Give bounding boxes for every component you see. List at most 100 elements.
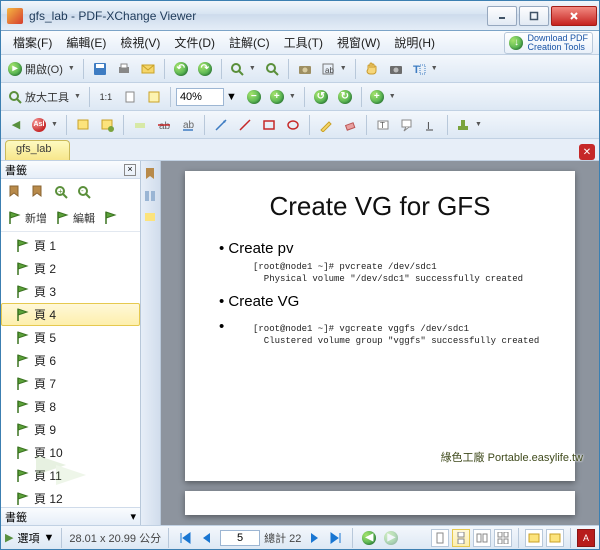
document-viewport[interactable]: Create VG for GFS • Create pv [root@node… [161, 161, 599, 525]
zoom-in-button[interactable]: +▼ [267, 86, 299, 108]
layout-facing-button[interactable] [473, 529, 491, 547]
close-button[interactable] [551, 6, 597, 26]
strikeout-button[interactable]: ab [153, 114, 175, 136]
underline-button[interactable]: ab [177, 114, 199, 136]
bookmark-item[interactable]: 頁 10 [1, 441, 140, 464]
bookmark-item[interactable]: 頁 9 [1, 418, 140, 441]
find-button[interactable]: ▼ [227, 58, 259, 80]
bookmark-zoomin-button[interactable]: + [51, 182, 71, 202]
pencil-annot-button[interactable] [315, 114, 337, 136]
minus-icon: − [247, 90, 261, 104]
zoom-input[interactable] [176, 88, 224, 106]
zoom-out-button[interactable]: − [243, 86, 265, 108]
adobe-button[interactable]: A [577, 529, 595, 547]
menu-comment[interactable]: 註解(C) [223, 32, 276, 53]
bookmark-item[interactable]: 頁 1 [1, 234, 140, 257]
bookmark-item[interactable]: 頁 5 [1, 326, 140, 349]
next-page-button[interactable] [305, 529, 323, 547]
bookmark-item[interactable]: 頁 12 [1, 487, 140, 507]
document-tabstrip: gfs_lab ✕ [1, 139, 599, 161]
asl-button[interactable]: Asl▼ [29, 114, 61, 136]
actual-size-button[interactable]: 1:1 [95, 86, 117, 108]
highlight-button[interactable] [129, 114, 151, 136]
bookmark-expand-button[interactable] [5, 182, 25, 202]
back-icon: ◀ [362, 531, 376, 545]
bookmark-item[interactable]: 頁 7 [1, 372, 140, 395]
last-page-button[interactable] [327, 529, 345, 547]
prev-page-button[interactable] [198, 529, 216, 547]
bookmark-item[interactable]: 頁 8 [1, 395, 140, 418]
undo-button[interactable]: ↶ [170, 58, 192, 80]
bookmark-flag-icon [16, 400, 30, 414]
menu-edit[interactable]: 編輯(E) [60, 32, 112, 53]
rotate-ccw-button[interactable]: ↺ [310, 86, 332, 108]
select-tool-button[interactable]: T▼ [409, 58, 441, 80]
bookmark-collapse-button[interactable] [28, 182, 48, 202]
eraser-annot-button[interactable] [339, 114, 361, 136]
bookmarks-close-button[interactable]: × [124, 164, 136, 176]
add-button[interactable]: +▼ [367, 86, 399, 108]
menu-help[interactable]: 說明(H) [388, 32, 441, 53]
rail-bookmarks-button[interactable] [143, 167, 159, 183]
rail-thumbs-button[interactable] [143, 189, 159, 205]
oval-annot-button[interactable] [282, 114, 304, 136]
menu-document[interactable]: 文件(D) [168, 32, 221, 53]
layout-book2-button[interactable] [546, 529, 564, 547]
arrow-annot-button[interactable] [210, 114, 232, 136]
fit-page-button[interactable] [119, 86, 141, 108]
print-button[interactable] [113, 58, 135, 80]
save-button[interactable] [89, 58, 111, 80]
menu-file[interactable]: 檔案(F) [7, 32, 58, 53]
line-annot-button[interactable] [234, 114, 256, 136]
typewriter-button[interactable]: I [420, 114, 442, 136]
layout-continuous-button[interactable] [452, 529, 470, 547]
bookmark-item[interactable]: 頁 3 [1, 280, 140, 303]
layout-single-button[interactable] [431, 529, 449, 547]
bookmark-item[interactable]: 頁 11 [1, 464, 140, 487]
rect-annot-button[interactable] [258, 114, 280, 136]
email-button[interactable] [137, 58, 159, 80]
stamp-button[interactable]: ▼ [453, 114, 485, 136]
textbox-annot-button[interactable]: T [372, 114, 394, 136]
bookmarks-list[interactable]: 頁 1頁 2頁 3頁 4頁 5頁 6頁 7頁 8頁 9頁 10頁 11頁 12頁… [1, 232, 140, 507]
bookmark-zoomout-button[interactable]: - [74, 182, 94, 202]
attach-annot-button[interactable] [96, 114, 118, 136]
add-icon: + [370, 90, 384, 104]
fit-width-button[interactable] [143, 86, 165, 108]
first-page-button[interactable] [176, 529, 194, 547]
menu-tools[interactable]: 工具(T) [278, 32, 329, 53]
ocr-button[interactable]: ab▼ [318, 58, 350, 80]
callout-annot-button[interactable] [396, 114, 418, 136]
rail-comments-button[interactable] [143, 211, 159, 227]
close-document-button[interactable]: ✕ [579, 144, 595, 160]
maximize-button[interactable] [519, 6, 549, 26]
menu-view[interactable]: 檢視(V) [114, 32, 166, 53]
bookmark-new-button[interactable]: 新增 [5, 208, 50, 228]
nav-fwd-button[interactable]: ▶ [382, 529, 400, 547]
download-tools-button[interactable]: ↓ Download PDF Creation Tools [504, 32, 593, 54]
svg-text:T: T [413, 64, 420, 76]
snapshot-tool-button[interactable] [385, 58, 407, 80]
menu-window[interactable]: 視窗(W) [331, 32, 386, 53]
bookmark-item[interactable]: 頁 2 [1, 257, 140, 280]
bookmark-item[interactable]: 頁 4 [1, 303, 140, 326]
search-button[interactable] [261, 58, 283, 80]
note-annot-button[interactable] [72, 114, 94, 136]
bookmark-edit-button[interactable]: 編輯 [53, 208, 98, 228]
options-button[interactable]: 選項 [17, 530, 39, 546]
bookmark-item[interactable]: 頁 6 [1, 349, 140, 372]
document-tab[interactable]: gfs_lab [5, 140, 70, 160]
rotate-cw-button[interactable]: ↻ [334, 86, 356, 108]
snapshot-button[interactable] [294, 58, 316, 80]
open-button[interactable]: ▸ 開啟(O)▼ [5, 58, 78, 80]
prev-annot-button[interactable]: ◀ [5, 114, 27, 136]
layout-book-button[interactable] [525, 529, 543, 547]
layout-facing-cont-button[interactable] [494, 529, 512, 547]
zoom-tool-button[interactable]: 放大工具▼ [5, 86, 84, 108]
hand-tool-button[interactable] [361, 58, 383, 80]
nav-back-button[interactable]: ◀ [360, 529, 378, 547]
minimize-button[interactable] [487, 6, 517, 26]
redo-button[interactable]: ↷ [194, 58, 216, 80]
page-number-input[interactable] [220, 530, 260, 546]
bookmark-goto-button[interactable] [101, 208, 121, 228]
